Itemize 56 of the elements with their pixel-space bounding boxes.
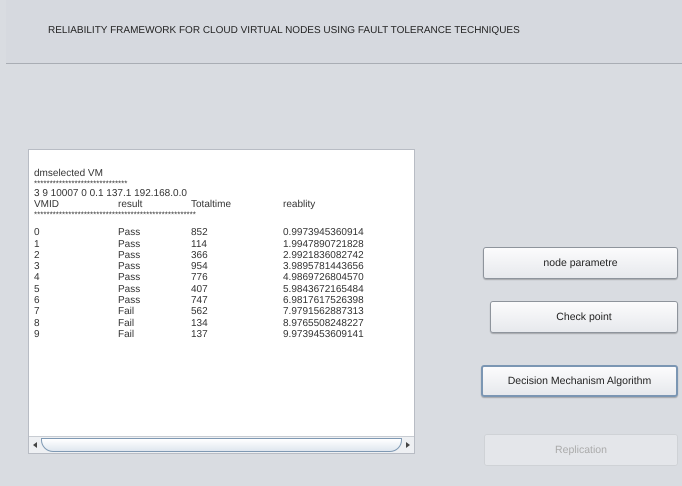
action-button[interactable]: Check point (490, 301, 678, 333)
column-header: reablity (283, 199, 316, 210)
column-header: result (118, 199, 144, 210)
output-heading: dmselected VM (34, 168, 104, 179)
table-cell-text: 366 (191, 250, 209, 262)
table-cell-text: 8.9765508248227 (283, 318, 365, 329)
table-cell-text: 6.9817617526398 (283, 295, 365, 306)
table-cell-text: 2.9921836082742 (283, 250, 365, 262)
scroll-right-icon[interactable] (404, 441, 412, 449)
table-cell-text: 2 (34, 250, 41, 262)
table-cell-text: 852 (191, 227, 209, 239)
separator-text: ****************************** (34, 179, 128, 188)
table-cell-text: 747 (191, 295, 209, 306)
horizontal-scrollbar[interactable] (29, 436, 414, 453)
table-cell-text: 7 (34, 306, 41, 318)
action-button[interactable]: Decision Mechanism Algorithm (481, 365, 678, 397)
table-cell-text: Pass (118, 295, 142, 306)
table-cell-text: Pass (118, 227, 142, 239)
table-cell-text: 1 (34, 238, 41, 250)
table-cell-text: 954 (191, 261, 209, 272)
scroll-thumb[interactable] (41, 438, 402, 452)
table-cell-text: Pass (118, 238, 142, 250)
table-cell-text: 3 (34, 261, 41, 272)
table-cell-text: 0.9973945360914 (283, 227, 365, 239)
table-cell-text: 4.9869726804570 (283, 272, 365, 284)
table-cell-text: Pass (118, 272, 142, 284)
table-cell-text: 407 (191, 284, 209, 296)
table-cell-text: Fail (118, 318, 136, 329)
table-cell-text: Pass (118, 261, 142, 272)
window-title: RELIABILITY FRAMEWORK FOR CLOUD VIRTUAL NODES USING FAULT TOLERANCE TECHNIQUES (48, 25, 520, 36)
scroll-left-icon[interactable] (31, 441, 39, 449)
separator-text: **************************************************** (34, 210, 197, 220)
table-cell-text: Fail (118, 328, 136, 340)
table-cell-text: 8 (34, 318, 41, 329)
table-cell-text: 137 (191, 328, 209, 340)
action-button[interactable]: node parametre (483, 247, 678, 279)
table-cell-text: 5 (34, 284, 41, 296)
column-header: VMID (34, 199, 60, 210)
column-header: Totaltime (191, 199, 232, 210)
table-cell-text: Pass (118, 250, 142, 262)
table-cell-text: 3.9895781443656 (283, 261, 365, 272)
table-cell-text: 114 (191, 238, 208, 250)
table-cell-text: 134 (191, 318, 209, 329)
vm-info-line: 3 9 10007 0 0.1 137.1 192.168.0.0 (34, 188, 188, 199)
table-cell-text: 6 (34, 295, 41, 306)
table-cell-text: Pass (118, 284, 142, 296)
table-cell-text: 9.9739453609141 (283, 328, 365, 340)
table-cell-text: 9 (34, 328, 41, 340)
table-cell-text: 1.9947890721828 (283, 238, 365, 250)
table-cell-text: 562 (191, 306, 209, 318)
table-cell-text: 4 (34, 272, 41, 284)
table-cell-text: 0 (34, 227, 41, 239)
table-cell-text: 7.9791562887313 (283, 306, 365, 318)
table-cell-text: Fail (118, 306, 136, 318)
table-cell-text: 776 (191, 272, 209, 284)
table-cell-text: 5.9843672165484 (283, 284, 365, 296)
